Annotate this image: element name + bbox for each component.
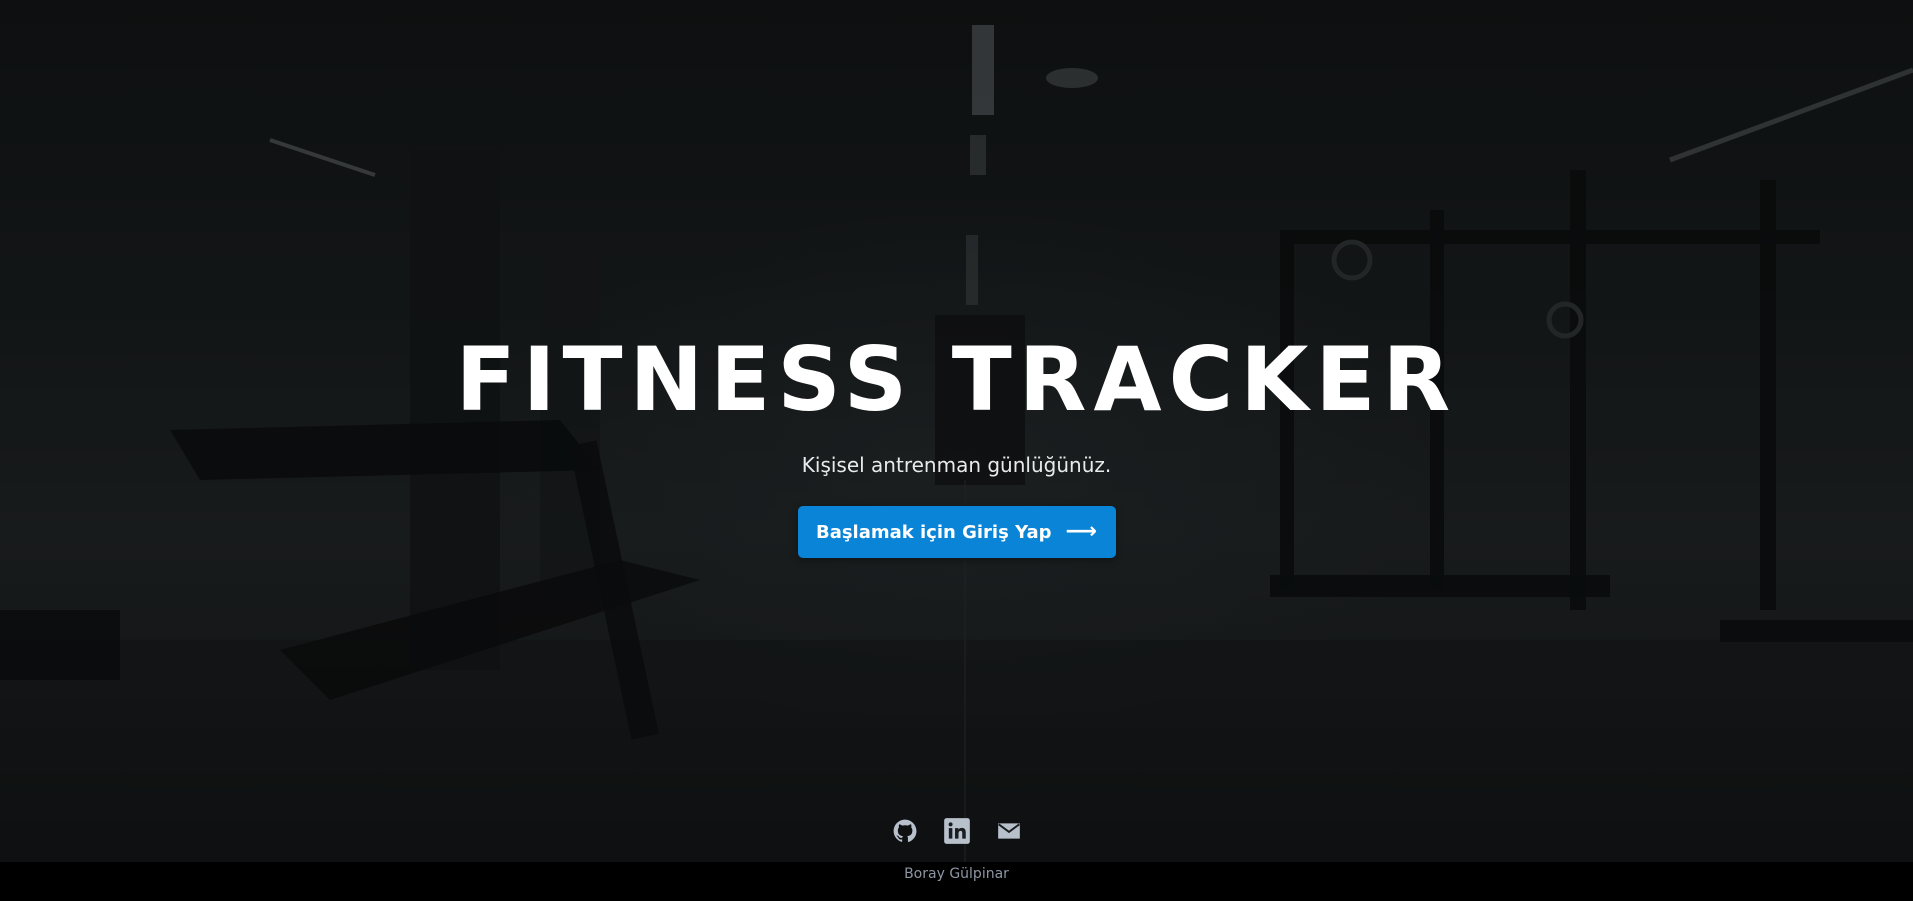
login-button-label: Başlamak için Giriş Yap	[815, 521, 1052, 543]
github-icon	[893, 819, 916, 842]
footer-author: Boray Gülpinar	[904, 866, 1009, 882]
linkedin-icon	[943, 818, 970, 844]
landing-page: FITNESS TRACKER Kişisel antrenman günlüğ…	[0, 0, 1913, 901]
page-title: FITNESS TRACKER	[455, 328, 1458, 431]
arrow-right-icon: ⟶	[1065, 519, 1098, 544]
github-link[interactable]	[890, 816, 920, 846]
social-links	[0, 816, 1913, 846]
mail-link[interactable]	[994, 816, 1024, 846]
login-button[interactable]: Başlamak için Giriş Yap ⟶	[797, 506, 1116, 558]
hero-subtitle: Kişisel antrenman günlüğünüz.	[801, 453, 1112, 477]
mail-icon	[997, 823, 1020, 839]
hero-section: FITNESS TRACKER Kişisel antrenman günlüğ…	[0, 330, 1913, 558]
footer: Boray Gülpinar	[0, 862, 1913, 901]
linkedin-link[interactable]	[942, 816, 972, 846]
